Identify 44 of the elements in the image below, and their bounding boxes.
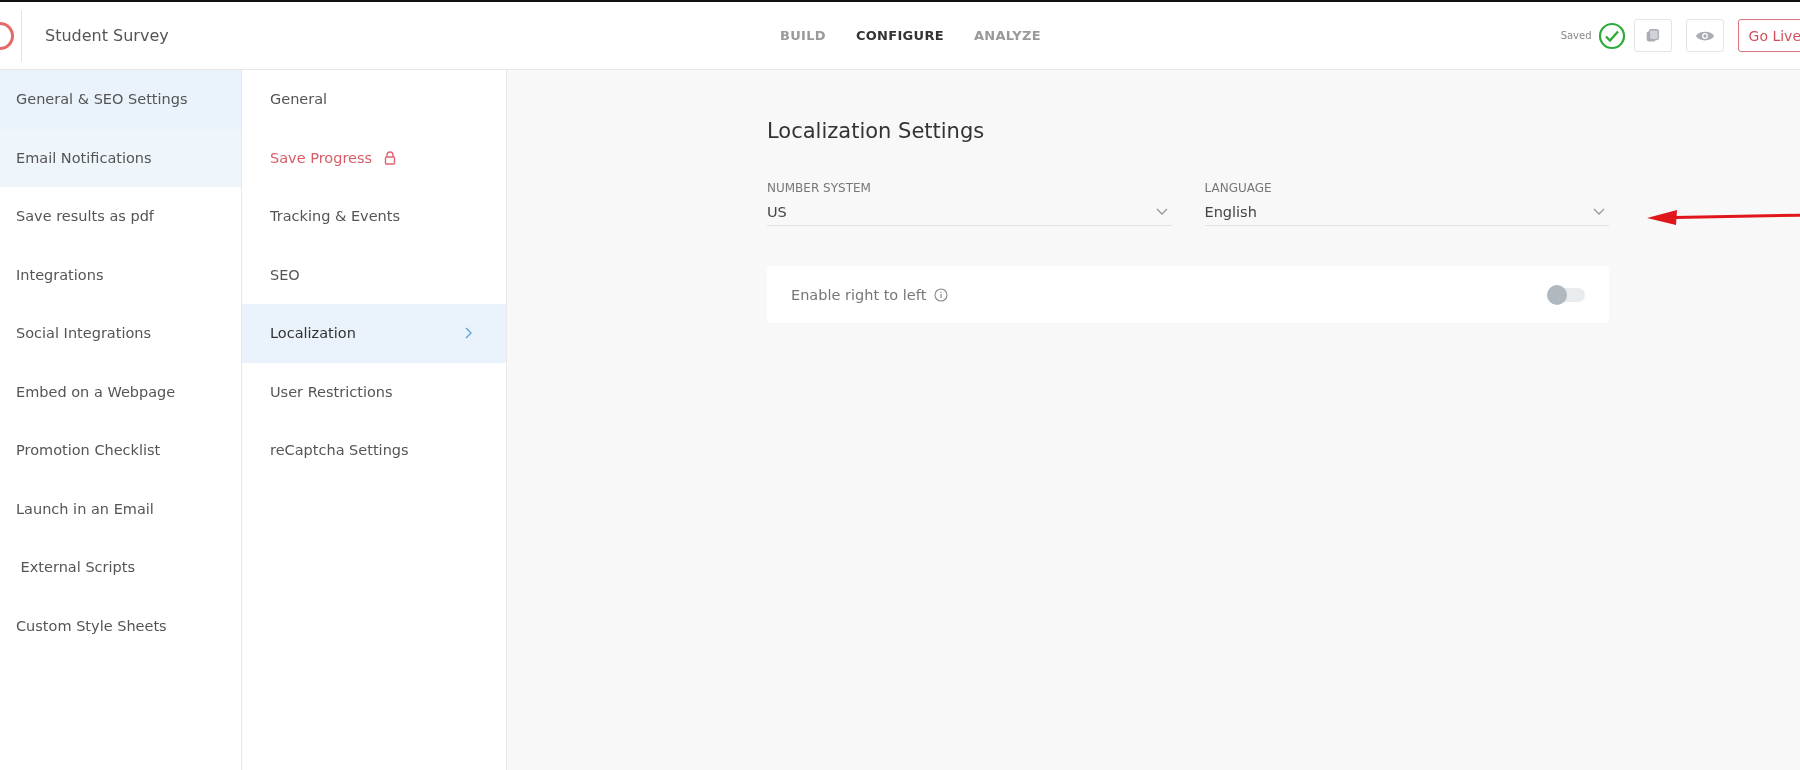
sidebar-item[interactable]: Promotion Checklist	[0, 421, 241, 480]
info-icon	[934, 287, 949, 302]
toggle-label: Enable right to left	[791, 286, 927, 303]
submenu-label: Localization	[270, 325, 356, 342]
submenu-label: reCaptcha Settings	[270, 442, 409, 459]
chevron-right-icon	[464, 327, 472, 340]
section-heading: Localization Settings	[767, 119, 986, 143]
submenu-label: User Restrictions	[270, 383, 393, 400]
sidebar-item[interactable]: Email Notifications	[0, 128, 241, 187]
sidebar-item[interactable]: Save results as pdf	[0, 187, 241, 246]
sidebar-item[interactable]: General & SEO Settings	[0, 70, 241, 129]
submenu-label: SEO	[270, 266, 300, 283]
submenu-item[interactable]: Save Progress	[242, 128, 506, 187]
submenu-label: Save Progress	[270, 149, 373, 166]
submenu-label: Tracking & Events	[270, 208, 400, 225]
logo-icon	[0, 21, 14, 50]
submenu-item[interactable]: General	[242, 70, 506, 129]
field-label: NUMBER SYSTEM	[767, 181, 872, 195]
check-circle-icon	[1597, 21, 1626, 50]
submenu-item[interactable]: User Restrictions	[242, 362, 506, 421]
duplicate-button[interactable]	[1633, 19, 1672, 52]
chevron-down-icon	[1593, 208, 1605, 216]
go-live-button[interactable]: Go Live	[1737, 19, 1800, 52]
nav-tab[interactable]: CONFIGURE	[855, 24, 944, 47]
dropdown-field[interactable]: English	[1204, 201, 1609, 226]
submenu-item[interactable]: reCaptcha Settings	[242, 421, 506, 480]
saved-status: Saved	[1560, 30, 1592, 41]
preview-button[interactable]	[1685, 19, 1724, 52]
survey-title: Student Survey	[45, 26, 169, 45]
lock-icon	[384, 150, 397, 165]
sidebar-item[interactable]: Embed on a Webpage	[0, 362, 241, 421]
dropdown-field[interactable]: US	[767, 201, 1172, 226]
field-label: LANGUAGE	[1204, 181, 1273, 195]
sidebar-item[interactable]: External Scripts	[0, 538, 241, 597]
submenu-item[interactable]: Localization	[242, 304, 506, 363]
submenu-item[interactable]: SEO	[242, 245, 506, 304]
toggle-switch[interactable]	[1547, 287, 1585, 302]
sidebar-item[interactable]: Social Integrations	[0, 304, 241, 363]
sidebar-item[interactable]: Integrations	[0, 245, 241, 304]
submenu-label: General	[270, 91, 328, 108]
sidebar-item[interactable]: Launch in an Email	[0, 479, 241, 538]
chevron-down-icon	[1155, 208, 1168, 216]
submenu-item[interactable]: Tracking & Events	[242, 187, 506, 246]
sidebar-item[interactable]: Custom Style Sheets	[0, 596, 241, 655]
